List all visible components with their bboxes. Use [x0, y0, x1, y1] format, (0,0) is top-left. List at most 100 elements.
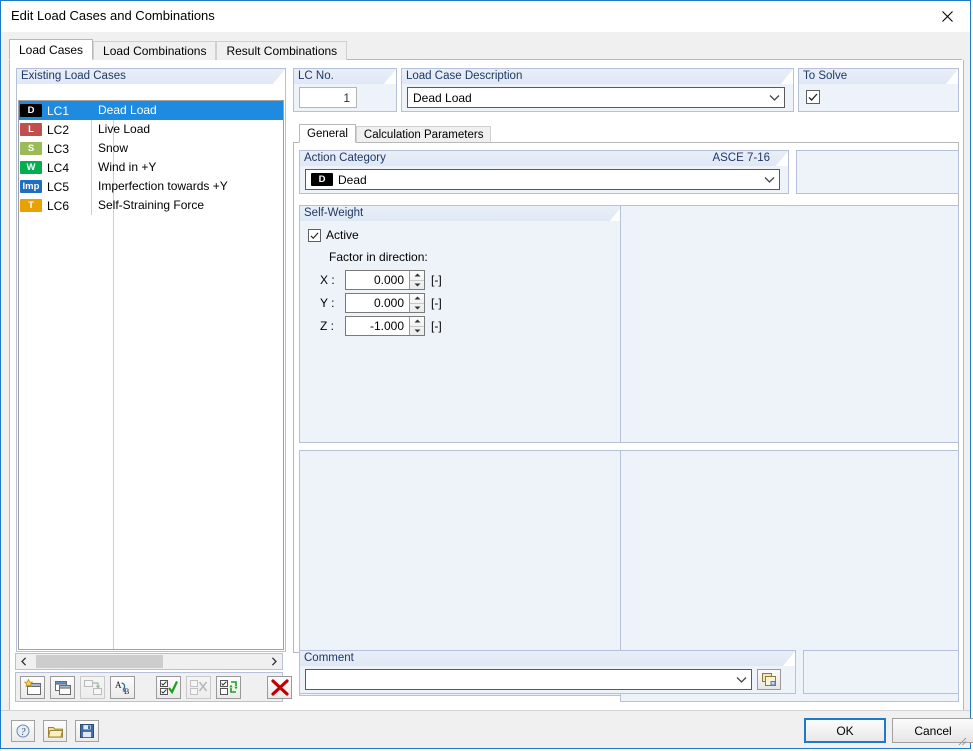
table-row[interactable]: W LC4 Wind in +Y — [19, 158, 283, 177]
lc-no-header: LC No. — [293, 68, 397, 84]
select-all-button[interactable] — [156, 676, 181, 699]
invert-selection-button[interactable] — [216, 676, 241, 699]
rename-load-case-button[interactable]: A B — [110, 676, 135, 699]
factor-x-stepper[interactable]: 0.000 — [345, 270, 425, 290]
new-load-case-button[interactable] — [20, 676, 45, 699]
save-disk-icon[interactable] — [75, 720, 99, 742]
factor-y-spin-buttons[interactable] — [409, 294, 424, 312]
comment-side-panel — [803, 650, 959, 694]
factor-x-label: X : — [320, 273, 335, 287]
factor-z-spin-buttons[interactable] — [409, 317, 424, 335]
load-case-type-badge: T — [20, 199, 42, 212]
chevron-right-icon[interactable] — [266, 654, 282, 669]
load-case-description-title: Load Case Description — [406, 70, 523, 82]
tab-load-cases-label: Load Cases — [19, 43, 84, 57]
factor-z-label: Z : — [320, 319, 334, 333]
red-x-icon — [270, 679, 289, 696]
self-weight-body: Active Factor in direction: X : 0.000 [-… — [299, 221, 623, 443]
copy-window-icon — [54, 681, 71, 695]
resize-grip-icon[interactable] — [955, 734, 967, 746]
comment-library-icon[interactable] — [757, 669, 781, 690]
hscroll-track[interactable] — [32, 654, 266, 669]
tab-calculation-parameters-label: Calculation Parameters — [363, 129, 484, 141]
factor-y-stepper[interactable]: 0.000 — [345, 293, 425, 313]
copy-load-case-button[interactable] — [50, 676, 75, 699]
chevron-down-icon[interactable] — [764, 94, 784, 102]
inner-tab-left-border — [293, 142, 294, 653]
spinner-up-icon[interactable] — [410, 294, 424, 303]
edit-load-cases-dialog: Edit Load Cases and Combinations Load Ca… — [0, 0, 973, 749]
ok-button-label: OK — [836, 723, 854, 738]
inner-tab-underline — [293, 142, 959, 143]
tab-calculation-parameters[interactable]: Calculation Parameters — [355, 126, 492, 143]
load-cases-list[interactable]: D LC1 Dead Load L LC2 Live Load S LC3 Sn… — [18, 100, 284, 650]
action-category-title: Action Category — [304, 152, 386, 164]
tab-load-cases[interactable]: Load Cases — [9, 39, 94, 60]
invert-selection-icon — [219, 680, 238, 695]
factor-z-stepper[interactable]: -1.000 — [345, 316, 425, 336]
spinner-down-icon[interactable] — [410, 325, 424, 336]
load-case-number: LC2 — [47, 122, 70, 137]
table-row[interactable]: D LC1 Dead Load — [19, 101, 283, 120]
load-cases-hscrollbar[interactable] — [15, 653, 283, 670]
table-row[interactable]: Imp LC5 Imperfection towards +Y — [19, 177, 283, 196]
dialog-bottom-bar: ? OK Cancel — [1, 710, 973, 748]
action-category-body: D Dead — [299, 166, 789, 194]
factor-x-unit: [-] — [431, 273, 442, 287]
factor-y-value: 0.000 — [373, 296, 404, 310]
load-case-type-badge: D — [20, 104, 42, 117]
spinner-down-icon[interactable] — [410, 279, 424, 290]
load-case-number: LC3 — [47, 141, 70, 156]
new-window-icon — [23, 679, 41, 695]
tab-result-combinations[interactable]: Result Combinations — [216, 41, 348, 60]
load-case-type-badge-cell: T — [19, 196, 43, 215]
to-solve-checkbox[interactable] — [806, 90, 820, 104]
table-row[interactable]: L LC2 Live Load — [19, 120, 283, 139]
chevron-left-icon[interactable] — [16, 654, 32, 669]
action-category-header: Action Category ASCE 7-16 — [299, 150, 789, 166]
lc-no-field[interactable]: 1 — [299, 87, 357, 108]
comment-group: Comment — [299, 650, 796, 694]
close-icon[interactable] — [925, 1, 970, 31]
lc-no-title: LC No. — [298, 70, 334, 82]
spinner-up-icon[interactable] — [410, 271, 424, 280]
factor-x-spin-buttons[interactable] — [409, 271, 424, 289]
ok-button[interactable]: OK — [804, 718, 886, 743]
self-weight-active-label: Active — [326, 228, 359, 242]
chevron-down-icon[interactable] — [731, 676, 751, 684]
spinner-up-icon[interactable] — [410, 317, 424, 326]
chevron-down-icon[interactable] — [759, 176, 779, 184]
action-category-group: Action Category ASCE 7-16 D Dead — [299, 150, 789, 194]
open-folder-icon[interactable] — [43, 720, 67, 742]
factor-in-direction-label: Factor in direction: — [329, 250, 428, 264]
to-solve-body — [798, 84, 959, 112]
table-row[interactable]: S LC3 Snow — [19, 139, 283, 158]
load-case-number: LC6 — [47, 198, 70, 213]
action-category-badge: D — [311, 173, 333, 186]
tab-general[interactable]: General — [299, 124, 356, 143]
tab-general-label: General — [307, 128, 348, 140]
table-row[interactable]: T LC6 Self-Straining Force — [19, 196, 283, 215]
spinner-down-icon[interactable] — [410, 302, 424, 313]
help-icon[interactable]: ? — [11, 720, 35, 742]
existing-load-cases-title: Existing Load Cases — [21, 70, 126, 82]
tab-load-combinations[interactable]: Load Combinations — [93, 41, 217, 60]
comment-body — [299, 666, 796, 694]
svg-text:?: ? — [21, 727, 26, 738]
checkmark-icon — [808, 93, 818, 101]
action-category-combo[interactable]: D Dead — [305, 169, 780, 190]
load-case-type-badge: L — [20, 123, 42, 136]
cancel-button-label: Cancel — [914, 723, 952, 738]
load-case-description-combo[interactable]: Dead Load — [407, 87, 785, 108]
hscroll-thumb[interactable] — [36, 655, 163, 668]
existing-load-cases-group: Existing Load Cases D LC1 Dead Load L LC… — [16, 68, 286, 652]
tab-result-combinations-label: Result Combinations — [226, 44, 338, 58]
comment-combo[interactable] — [305, 669, 752, 690]
load-case-description-value: Dead Load — [413, 90, 472, 105]
bottom-bar-divider — [1, 710, 970, 711]
load-case-type-badge: Imp — [20, 180, 42, 193]
deselect-all-button — [186, 676, 211, 699]
delete-load-case-button[interactable] — [267, 676, 292, 699]
load-case-description-header: Load Case Description — [401, 68, 794, 84]
self-weight-active-checkbox[interactable] — [308, 229, 321, 242]
